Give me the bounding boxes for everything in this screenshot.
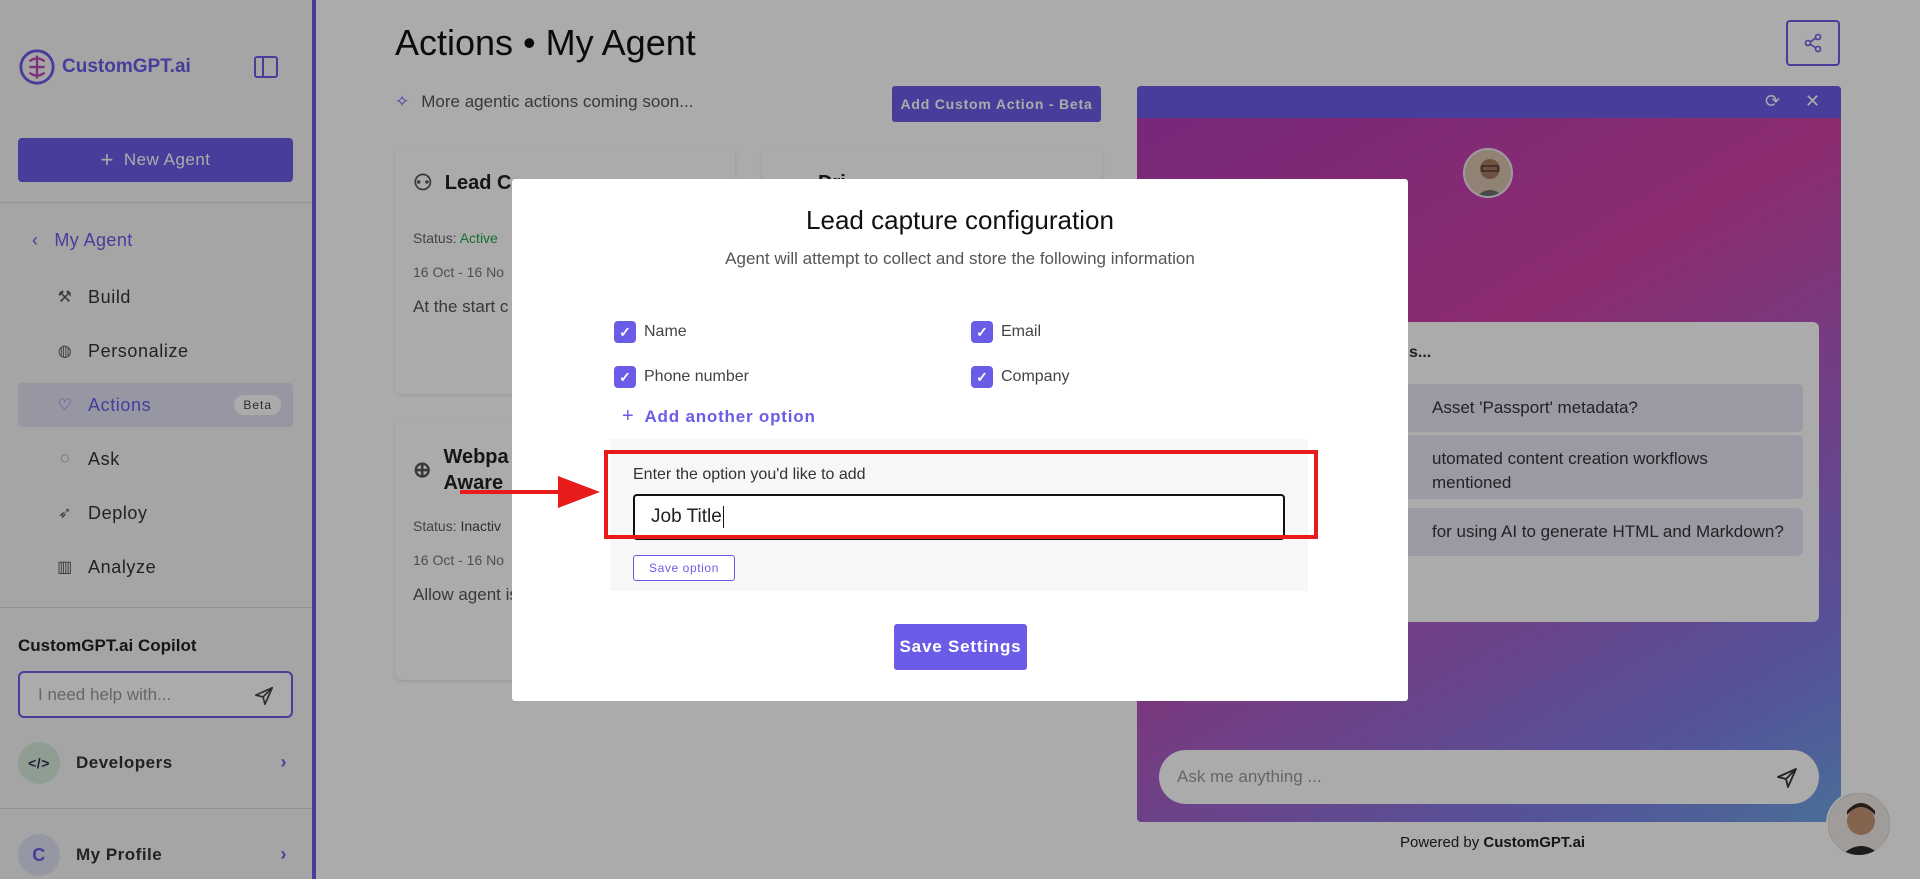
checkbox-checked-icon[interactable]: ✓: [971, 321, 993, 343]
option-phone-number[interactable]: ✓ Phone number: [614, 366, 749, 388]
save-settings-button[interactable]: Save Settings: [894, 624, 1027, 670]
option-label: Email: [1001, 323, 1042, 340]
add-another-option-button[interactable]: + Add another option: [622, 405, 816, 428]
annotation-highlight-box: [604, 450, 1318, 539]
option-name[interactable]: ✓ Name: [614, 321, 687, 343]
checkbox-checked-icon[interactable]: ✓: [971, 366, 993, 388]
modal-subtitle: Agent will attempt to collect and store …: [725, 249, 1195, 268]
save-option-button[interactable]: Save option: [633, 555, 735, 581]
annotation-arrow-icon: [460, 476, 600, 508]
option-label: Company: [1001, 368, 1070, 385]
checkbox-checked-icon[interactable]: ✓: [614, 321, 636, 343]
plus-icon: +: [622, 405, 635, 427]
modal-title: Lead capture configuration: [806, 205, 1114, 235]
add-another-label: Add another option: [644, 406, 816, 426]
option-label: Phone number: [644, 368, 749, 385]
option-email[interactable]: ✓ Email: [971, 321, 1041, 343]
option-label: Name: [644, 323, 687, 340]
checkbox-checked-icon[interactable]: ✓: [614, 366, 636, 388]
option-company[interactable]: ✓ Company: [971, 366, 1069, 388]
lead-capture-modal: Lead capture configuration Agent will at…: [512, 179, 1408, 701]
